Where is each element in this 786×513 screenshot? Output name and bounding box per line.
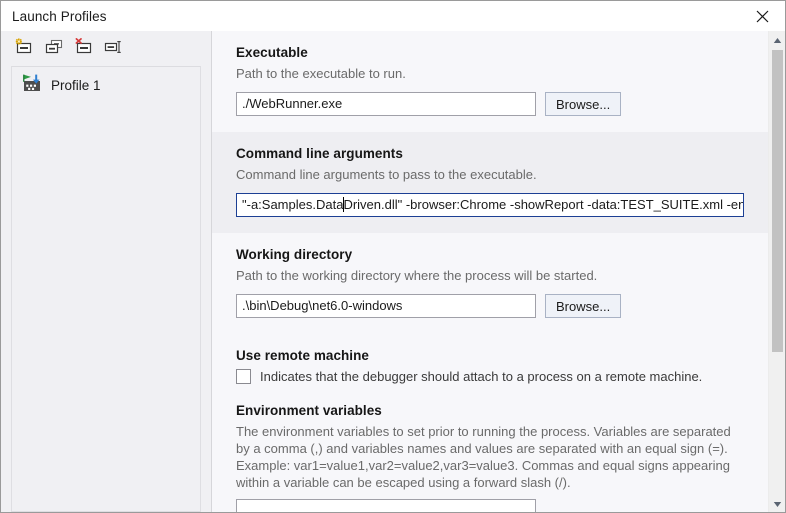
settings-pane: Executable Path to the executable to run… [212, 31, 785, 512]
scroll-down-button[interactable] [769, 495, 785, 512]
close-button[interactable] [739, 2, 785, 31]
delete-profile-button[interactable] [71, 35, 97, 59]
remote-machine-checkbox-label: Indicates that the debugger should attac… [260, 369, 703, 384]
executable-title: Executable [236, 45, 308, 60]
profiles-pane: Profile 1 [1, 31, 212, 512]
settings-scrollbar[interactable] [768, 31, 785, 512]
delete-profile-icon [75, 38, 94, 55]
command-line-field-row: "-a:Samples.DataDriven.dll" -browser:Chr… [236, 193, 744, 217]
scroll-down-arrow-icon [773, 496, 782, 511]
title-bar: Launch Profiles [1, 1, 785, 31]
executable-field-row: ./WebRunner.exe Browse... [236, 92, 744, 116]
executable-browse-button[interactable]: Browse... [545, 92, 622, 116]
remote-machine-title: Use remote machine [236, 348, 369, 363]
working-directory-title: Working directory [236, 247, 353, 262]
close-icon [756, 10, 769, 23]
command-line-value-after-caret: Driven.dll" -browser:Chrome -showReport … [343, 197, 744, 212]
working-directory-description: Path to the working directory where the … [236, 268, 598, 283]
profiles-toolbar [1, 31, 211, 62]
section-executable: Executable Path to the executable to run… [212, 31, 768, 132]
environment-variables-field-row [236, 499, 744, 512]
section-command-line-arguments: Command line arguments Command line argu… [212, 132, 768, 233]
clone-profile-icon [45, 38, 64, 55]
launch-profiles-dialog: Launch Profiles Profile 1 Executable Pat… [0, 0, 786, 513]
remote-machine-check-row: Indicates that the debugger should attac… [236, 368, 744, 385]
command-line-title: Command line arguments [236, 146, 403, 161]
executable-description: Path to the executable to run. [236, 66, 406, 81]
section-environment-variables: Environment variables The environment va… [212, 395, 768, 512]
command-line-input[interactable]: "-a:Samples.DataDriven.dll" -browser:Chr… [236, 193, 744, 217]
list-item[interactable]: Profile 1 [12, 67, 200, 103]
launch-profile-icon [22, 74, 42, 96]
scrollbar-thumb[interactable] [772, 50, 783, 352]
command-line-description: Command line arguments to pass to the ex… [236, 167, 537, 182]
scroll-up-button[interactable] [769, 31, 785, 48]
clone-profile-button[interactable] [41, 35, 67, 59]
environment-variables-input[interactable] [236, 499, 536, 512]
section-use-remote-machine: Use remote machine Indicates that the de… [212, 334, 768, 395]
environment-variables-description: The environment variables to set prior t… [236, 424, 731, 490]
new-profile-icon [15, 38, 34, 55]
executable-input[interactable]: ./WebRunner.exe [236, 92, 536, 116]
dialog-body: Profile 1 Executable Path to the executa… [1, 31, 785, 512]
command-line-value-before-caret: "-a:Samples.Data [242, 197, 344, 212]
working-directory-input[interactable]: .\bin\Debug\net6.0-windows [236, 294, 536, 318]
section-working-directory: Working directory Path to the working di… [212, 233, 768, 334]
environment-variables-title: Environment variables [236, 403, 382, 418]
new-profile-button[interactable] [11, 35, 37, 59]
window-title: Launch Profiles [12, 8, 107, 24]
list-item-label: Profile 1 [51, 77, 101, 93]
settings-scroll-viewport: Executable Path to the executable to run… [212, 31, 768, 512]
remote-machine-checkbox[interactable] [236, 369, 251, 384]
working-directory-field-row: .\bin\Debug\net6.0-windows Browse... [236, 294, 744, 318]
rename-profile-button[interactable] [101, 35, 127, 59]
working-directory-browse-button[interactable]: Browse... [545, 294, 622, 318]
scroll-up-arrow-icon [773, 32, 782, 47]
rename-profile-icon [104, 38, 124, 55]
profiles-list[interactable]: Profile 1 [11, 66, 201, 512]
